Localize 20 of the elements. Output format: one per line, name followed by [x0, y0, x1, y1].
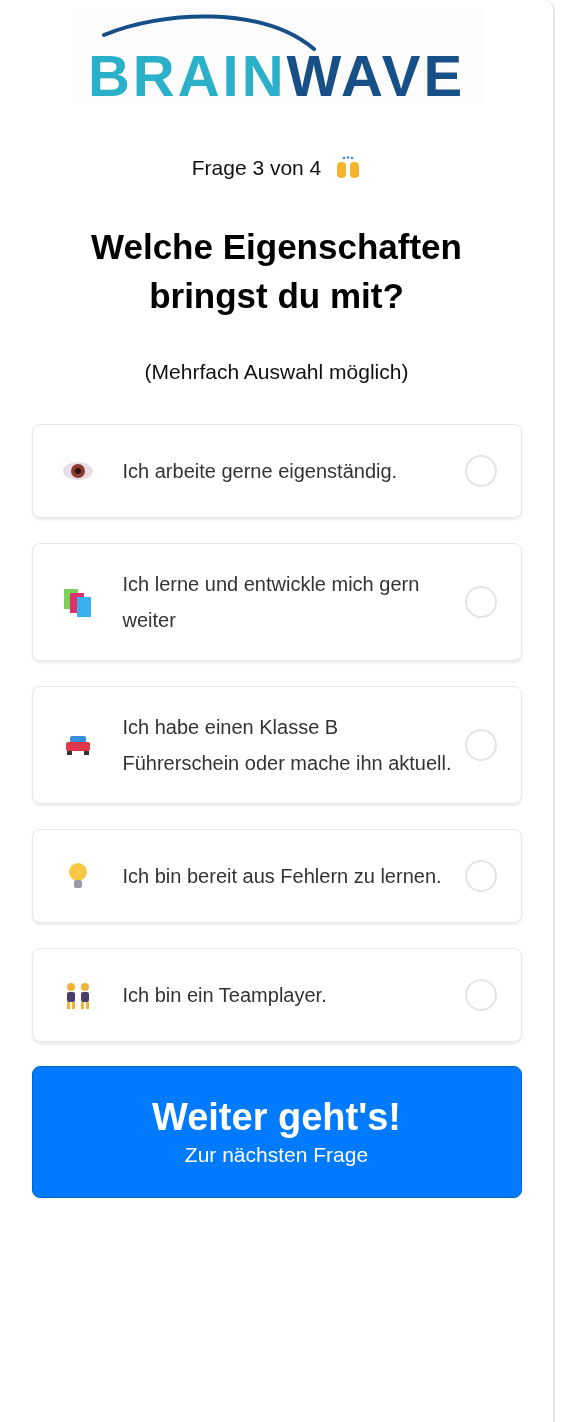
option-label: Ich bin bereit aus Fehlern zu lernen. [122, 864, 443, 889]
option-radio[interactable] [464, 729, 497, 761]
option-label: Ich habe einen Klasse B Führerschein oder mache ihn aktuell. [122, 715, 453, 776]
option-radio[interactable] [464, 979, 497, 1011]
question-title: Welche Eigenschaften bringst du mit? [90, 226, 463, 317]
option-radio[interactable] [464, 586, 497, 618]
question-hint: (Mehrfach Auswahl möglich) [144, 360, 409, 384]
option-label: Ich lerne und entwickle mich gern weiter [122, 572, 421, 633]
option-label: Ich arbeite gerne eigenständig. [122, 459, 399, 484]
option-card[interactable]: Ich bin ein Teamplayer. [31, 948, 522, 1042]
option-label: Ich bin ein Teamplayer. [122, 983, 328, 1008]
option-card[interactable]: Ich arbeite gerne eigenständig. [31, 424, 522, 518]
option-radio[interactable] [464, 860, 497, 892]
question-counter: Frage 3 von 4 [191, 156, 322, 180]
option-radio[interactable] [464, 455, 497, 487]
option-card[interactable]: Ich lerne und entwickle mich gern weiter [31, 543, 522, 661]
option-card[interactable]: Ich bin bereit aus Fehlern zu lernen. [31, 829, 522, 923]
option-card[interactable]: Ich habe einen Klasse B Führerschein oder mache ihn aktuell. [31, 686, 522, 804]
next-button[interactable]: Weiter geht's! Zur nächsten Frage [31, 1066, 522, 1198]
logo-wordmark: BRAINWAVE [87, 55, 466, 98]
